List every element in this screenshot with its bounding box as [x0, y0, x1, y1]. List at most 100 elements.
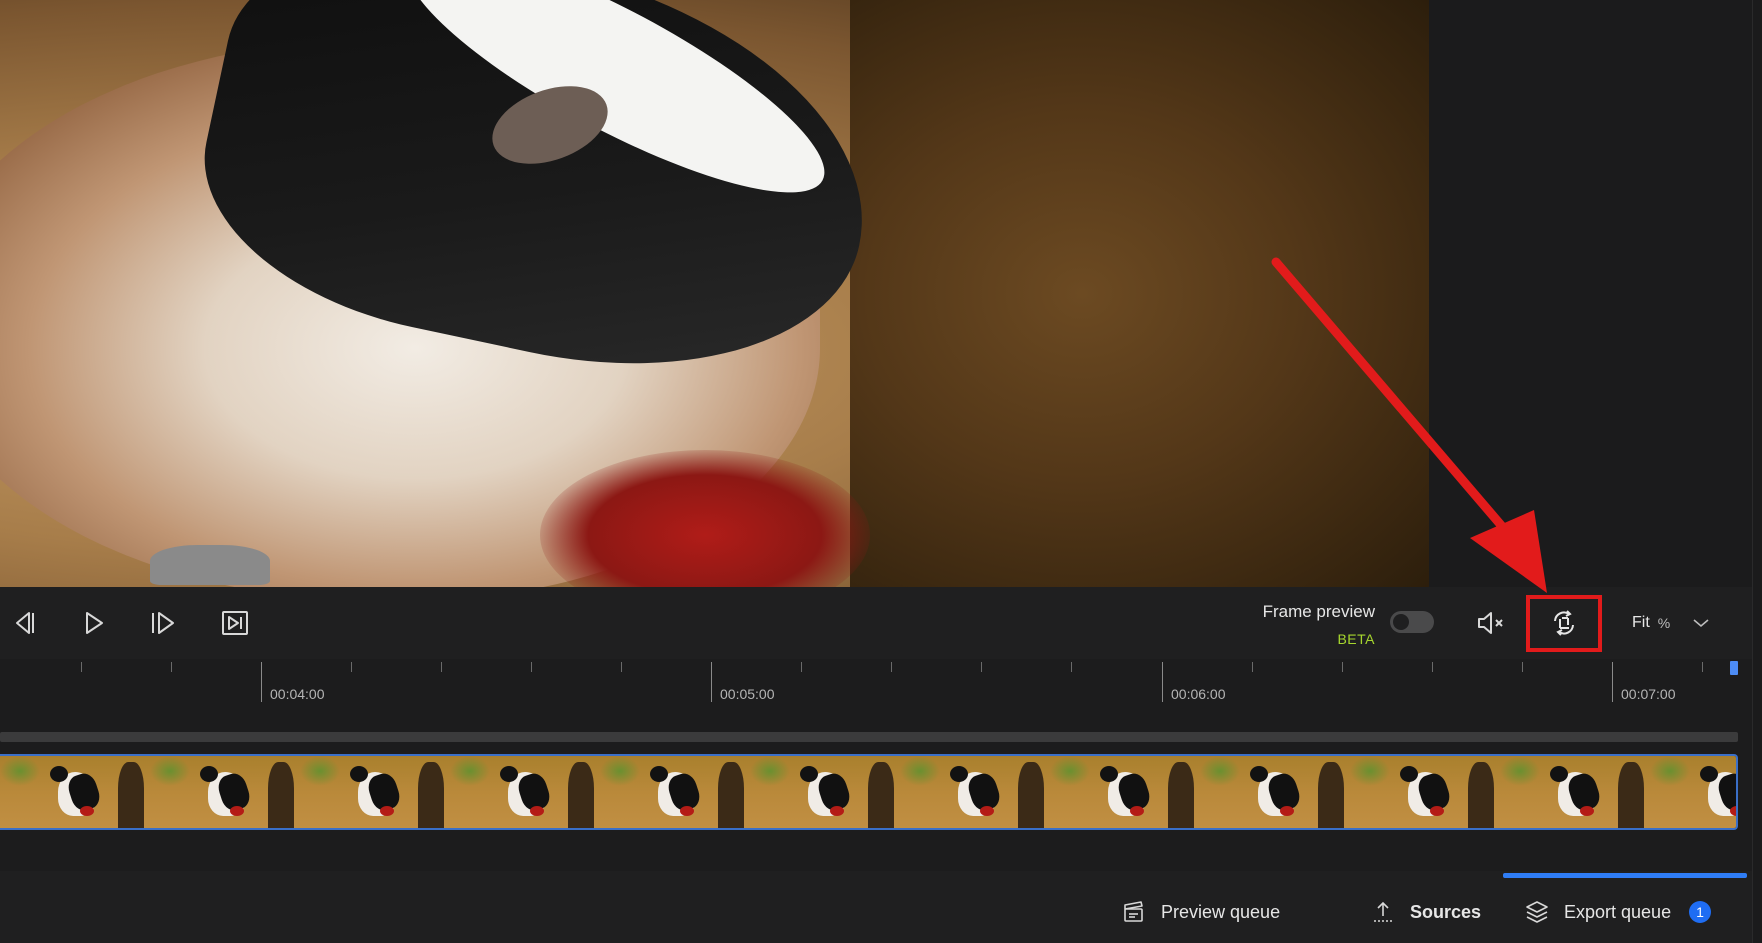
- frame-preview-toggle[interactable]: [1390, 611, 1434, 633]
- thumbnail-green-region: [1050, 756, 1090, 786]
- clip-thumbnail: [1200, 756, 1350, 828]
- thumbnail-bird-red-region: [1580, 806, 1594, 816]
- step-back-icon: [16, 612, 34, 634]
- thumbnail-bird-head-region: [350, 766, 368, 782]
- playhead-marker[interactable]: [1730, 661, 1738, 675]
- clip-thumbnail: [750, 756, 900, 828]
- thumbnail-post-region: [568, 762, 594, 828]
- video-viewer: [0, 0, 1762, 587]
- clapperboard-icon: [1121, 899, 1147, 925]
- major-tick: [711, 662, 712, 702]
- minor-tick: [981, 662, 982, 672]
- major-tick: [261, 662, 262, 702]
- tab-preview-queue[interactable]: Preview queue: [1121, 897, 1280, 927]
- thumbnail-bird-red-region: [380, 806, 394, 816]
- thumbnail-bird-head-region: [1100, 766, 1118, 782]
- mute-icon: [1478, 612, 1503, 634]
- thumbnail-bird-red-region: [1130, 806, 1144, 816]
- thumbnail-post-region: [718, 762, 744, 828]
- tick-label: 00:05:00: [720, 686, 775, 702]
- tab-sources-label: Sources: [1410, 901, 1482, 922]
- minor-tick: [81, 662, 82, 672]
- thumbnail-green-region: [1500, 756, 1540, 786]
- bottom-bar: Preview queue Sources Export queue 1: [0, 871, 1752, 943]
- export-count-badge: 1: [1689, 901, 1712, 923]
- beta-badge: BETA: [1337, 631, 1375, 647]
- thumbnail-bird-head-region: [650, 766, 668, 782]
- thumbnail-bird-head-region: [1250, 766, 1268, 782]
- video-frame: [0, 0, 1429, 587]
- crop-highlight-annotation: [1526, 595, 1602, 652]
- audio-track[interactable]: [0, 732, 1738, 742]
- skip-to-end-icon: [222, 611, 248, 635]
- step-forward-icon: [152, 612, 174, 634]
- thumbnail-post-region: [868, 762, 894, 828]
- minor-tick: [891, 662, 892, 672]
- minor-tick: [441, 662, 442, 672]
- active-tab-indicator: [1503, 873, 1747, 878]
- zoom-unit: %: [1657, 615, 1671, 631]
- thumbnail-bird-red-region: [530, 806, 544, 816]
- thumbnail-bird-red-region: [980, 806, 994, 816]
- clip-thumbnail: [900, 756, 1050, 828]
- thumbnail-green-region: [1650, 756, 1690, 786]
- play-button[interactable]: [73, 603, 113, 643]
- zoom-select[interactable]: Fit %: [1620, 607, 1730, 639]
- thumbnail-bird-head-region: [800, 766, 818, 782]
- thumbnail-bird-head-region: [200, 766, 218, 782]
- play-icon: [86, 612, 103, 634]
- thumbnail-green-region: [600, 756, 640, 786]
- skip-to-end-button[interactable]: [215, 603, 255, 643]
- thumbnail-bird-red-region: [1280, 806, 1294, 816]
- minor-tick: [171, 662, 172, 672]
- mute-button[interactable]: [1471, 603, 1511, 643]
- thumbnail-green-region: [900, 756, 940, 786]
- tree-trunk-image-region: [850, 0, 1429, 587]
- clip-thumbnail: [150, 756, 300, 828]
- tab-sources[interactable]: Sources: [1370, 897, 1481, 927]
- minor-tick: [531, 662, 532, 672]
- minor-tick: [351, 662, 352, 672]
- thumbnail-bird-head-region: [1550, 766, 1568, 782]
- chevron-down-icon: [1693, 619, 1709, 628]
- zoom-value: Fit: [1632, 614, 1650, 631]
- upload-icon: [1370, 899, 1396, 925]
- step-forward-button[interactable]: [144, 603, 184, 643]
- clip-thumbnail: [0, 756, 150, 828]
- clip-thumbnail: [600, 756, 750, 828]
- timeline[interactable]: 00:04:00 00:05:00 00:06:00 00:07:00: [0, 659, 1752, 871]
- thumbnail-bird-head-region: [500, 766, 518, 782]
- minor-tick: [801, 662, 802, 672]
- thumbnail-green-region: [0, 756, 40, 786]
- tick-label: 00:07:00: [1621, 686, 1676, 702]
- right-scrollbar[interactable]: [1752, 0, 1762, 943]
- frame-preview-label: Frame preview: [1262, 602, 1375, 621]
- thumbnail-green-region: [150, 756, 190, 786]
- app-window: Frame preview BETA Fit % 00:04:00 00:05:…: [0, 0, 1762, 943]
- minor-tick: [1342, 662, 1343, 672]
- thumbnail-post-region: [1018, 762, 1044, 828]
- major-tick: [1612, 662, 1613, 702]
- tab-export-queue-label: Export queue: [1564, 901, 1672, 922]
- minor-tick: [1432, 662, 1433, 672]
- clip-thumbnail: [1050, 756, 1200, 828]
- minor-tick: [1702, 662, 1703, 672]
- tick-label: 00:06:00: [1171, 686, 1226, 702]
- tab-preview-queue-label: Preview queue: [1161, 901, 1281, 922]
- major-tick: [1162, 662, 1163, 702]
- step-back-button[interactable]: [2, 603, 42, 643]
- thumbnail-post-region: [1468, 762, 1494, 828]
- thumbnail-bird-head-region: [1700, 766, 1718, 782]
- tab-export-queue[interactable]: Export queue 1: [1524, 897, 1712, 927]
- video-clip-track[interactable]: [0, 754, 1738, 830]
- thumbnail-bird-red-region: [680, 806, 694, 816]
- viewer-side-panel: [1429, 0, 1762, 587]
- layers-icon: [1524, 899, 1550, 925]
- clip-thumbnail: [1650, 756, 1736, 828]
- thumbnail-post-region: [118, 762, 144, 828]
- minor-tick: [1071, 662, 1072, 672]
- thumbnail-green-region: [750, 756, 790, 786]
- thumbnail-post-region: [1168, 762, 1194, 828]
- minor-tick: [1252, 662, 1253, 672]
- timeline-ruler[interactable]: 00:04:00 00:05:00 00:06:00 00:07:00: [0, 659, 1740, 709]
